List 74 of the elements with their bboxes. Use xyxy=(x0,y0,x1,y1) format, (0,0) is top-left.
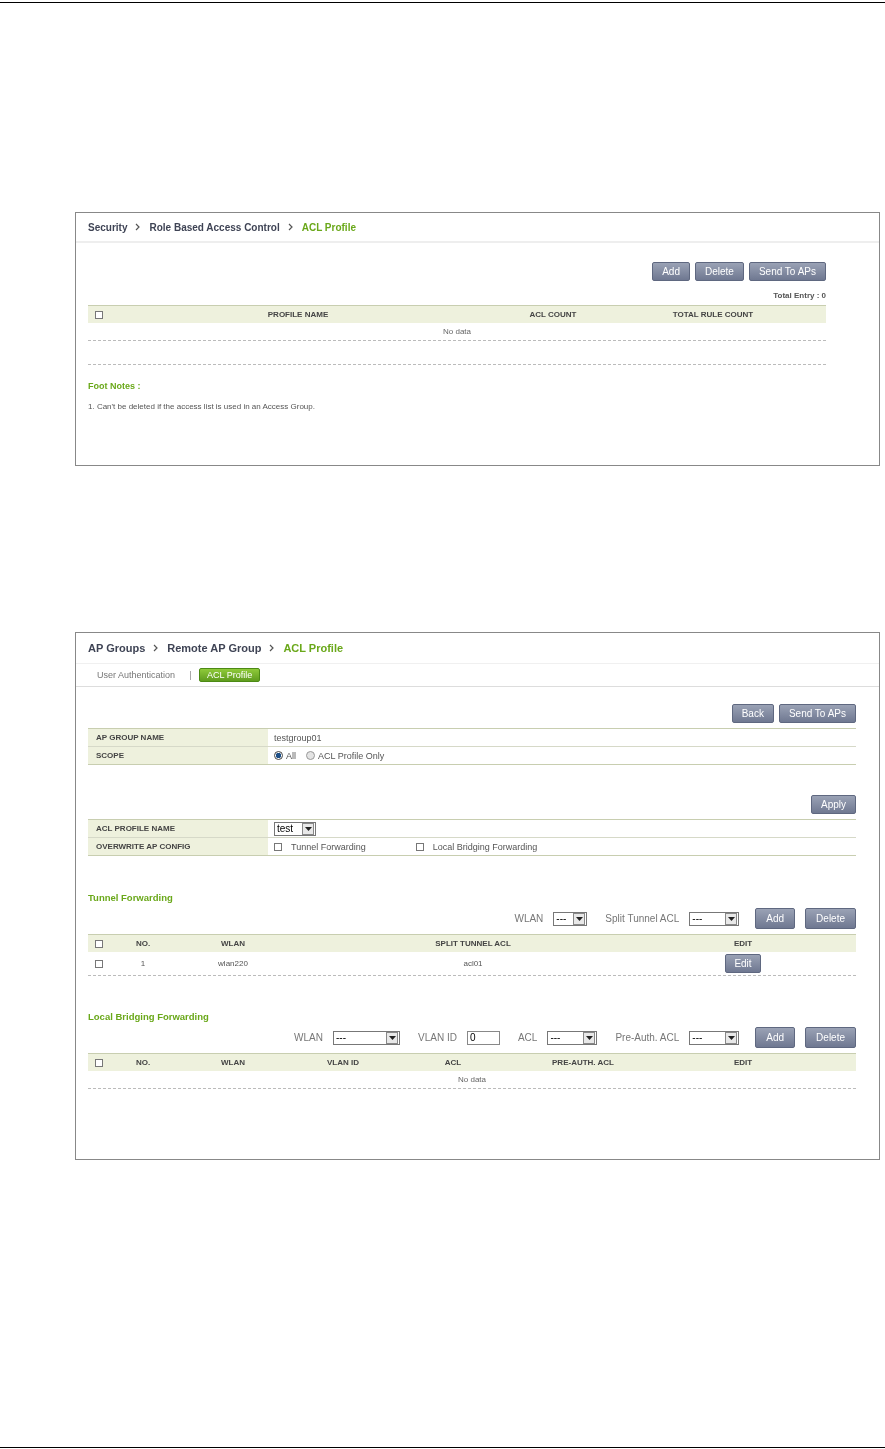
filter-label: Split Tunnel ACL xyxy=(605,913,680,924)
apply-button[interactable]: Apply xyxy=(811,795,856,814)
breadcrumb-link[interactable]: AP Groups xyxy=(88,642,146,654)
filter-label: Pre-Auth. ACL xyxy=(615,1032,680,1043)
toolbar-button[interactable]: Add xyxy=(755,1027,796,1048)
column-header: TOTAL RULE COUNT xyxy=(671,310,755,319)
toolbar-button[interactable]: Delete xyxy=(805,908,856,929)
dropdown[interactable]: test xyxy=(274,821,316,836)
filter-label: WLAN xyxy=(514,913,544,924)
column-header: NO. xyxy=(134,939,152,948)
empty-table-text: No data xyxy=(458,1075,486,1084)
select-all-checkbox[interactable] xyxy=(95,939,103,948)
column-header: EDIT xyxy=(732,939,754,948)
dropdown[interactable]: --- xyxy=(547,1030,598,1045)
checkbox-label: Tunnel Forwarding xyxy=(291,841,366,852)
checkbox-label: Local Bridging Forwarding xyxy=(432,841,538,852)
dropdown[interactable]: --- xyxy=(689,911,740,926)
toolbar-button[interactable]: Delete xyxy=(695,262,744,281)
column-header: PRE-AUTH. ACL xyxy=(551,1058,615,1067)
column-header: ACL xyxy=(443,1058,463,1067)
toolbar-button[interactable]: Add xyxy=(755,908,796,929)
filter-label: VLAN ID xyxy=(418,1032,457,1043)
filter-label: WLAN xyxy=(294,1032,323,1043)
column-header: WLAN xyxy=(220,1058,246,1067)
foot-note-text: 1. Can't be deleted if the access list is used in an Access Group. xyxy=(88,402,316,411)
column-header: PROFILE NAME xyxy=(266,310,330,319)
chevron-icon xyxy=(135,223,142,231)
dropdown[interactable]: --- xyxy=(553,911,588,926)
table-cell-text: acl01 xyxy=(462,959,484,968)
radio-button[interactable] xyxy=(274,751,283,760)
field-label: OVERWRITE AP CONFIG xyxy=(88,838,268,855)
dropdown[interactable]: --- xyxy=(689,1030,740,1045)
table-cell-text: 1 xyxy=(139,959,147,968)
section-title: Tunnel Forwarding xyxy=(88,892,174,903)
field-label: ACL PROFILE NAME xyxy=(88,820,268,837)
radio-button[interactable] xyxy=(306,751,315,760)
field-label: AP GROUP NAME xyxy=(88,729,268,746)
filter-label: ACL xyxy=(517,1032,538,1043)
input-field[interactable]: 0 xyxy=(466,1030,500,1045)
column-header: WLAN xyxy=(220,939,246,948)
chevron-icon xyxy=(153,644,160,652)
foot-notes-title: Foot Notes : xyxy=(88,381,142,391)
column-header: EDIT xyxy=(732,1058,754,1067)
column-header: NO. xyxy=(134,1058,152,1067)
chevron-icon xyxy=(287,223,294,231)
toolbar-button[interactable]: Delete xyxy=(805,1027,856,1048)
column-header: ACL COUNT xyxy=(528,310,578,319)
breadcrumb-link[interactable]: Security xyxy=(88,221,128,233)
field-value: testgroup01 xyxy=(274,732,322,743)
toolbar-button[interactable]: Add xyxy=(652,262,690,281)
select-all-checkbox[interactable] xyxy=(95,1058,103,1067)
row-checkbox[interactable] xyxy=(95,959,103,968)
toolbar-button[interactable]: Send To APs xyxy=(778,704,856,723)
table-cell-text: wlan220 xyxy=(217,959,249,968)
breadcrumb-link[interactable]: Remote AP Group xyxy=(167,642,262,654)
chevron-icon xyxy=(269,644,276,652)
column-header: SPLIT TUNNEL ACL xyxy=(434,939,512,948)
edit-button[interactable]: Edit xyxy=(725,954,761,973)
field-label: SCOPE xyxy=(88,747,268,764)
checkbox[interactable] xyxy=(415,842,424,851)
radio-label: All xyxy=(286,750,296,761)
total-entry-text: Total Entry : 0 xyxy=(772,291,826,300)
tab[interactable]: User Authentication xyxy=(90,669,183,681)
toolbar-button[interactable]: Send To APs xyxy=(748,262,826,281)
column-header: VLAN ID xyxy=(326,1058,360,1067)
empty-table-text: No data xyxy=(443,327,471,336)
radio-label: ACL Profile Only xyxy=(318,750,385,761)
select-all-checkbox[interactable] xyxy=(95,310,103,319)
tab[interactable]: ACL Profile xyxy=(199,668,261,682)
section-title: Local Bridging Forwarding xyxy=(88,1011,210,1022)
dropdown[interactable]: --- xyxy=(333,1030,400,1045)
checkbox[interactable] xyxy=(274,842,282,851)
breadcrumb-link[interactable]: Role Based Access Control xyxy=(149,221,280,233)
toolbar-button[interactable]: Back xyxy=(731,704,774,723)
